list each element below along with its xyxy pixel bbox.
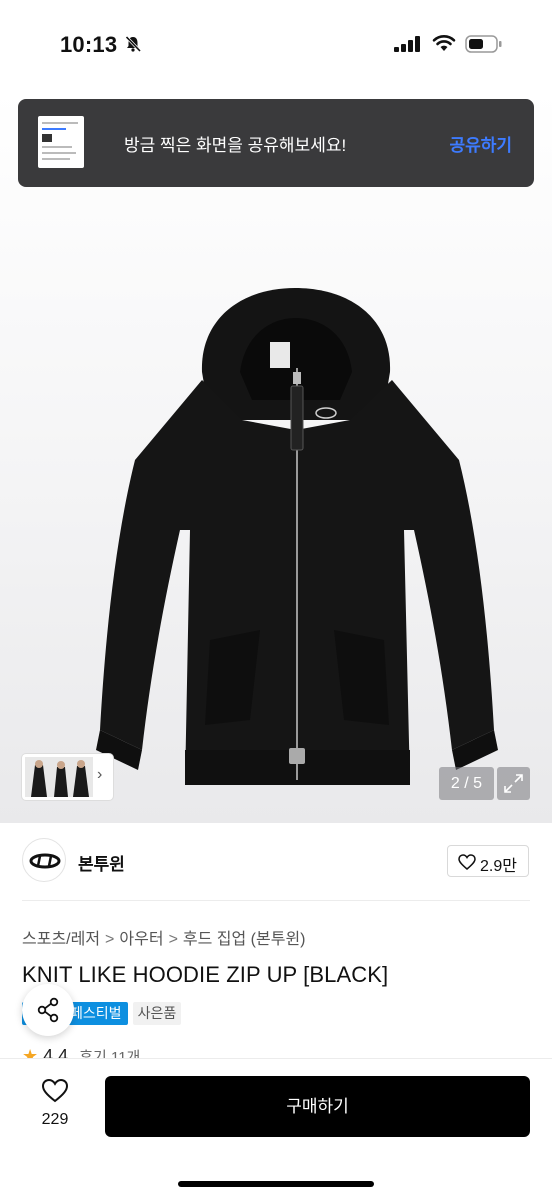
breadcrumb-item[interactable]: 아우터 <box>119 925 163 949</box>
share-button[interactable] <box>22 984 74 1036</box>
breadcrumb-item[interactable]: 후드 집업 (본투윈) <box>183 925 306 949</box>
heart-icon <box>41 1078 69 1103</box>
wishlist-count: 229 <box>41 1111 69 1128</box>
bell-slash-icon <box>124 35 142 58</box>
brand-name[interactable]: 본투윈 <box>78 850 125 875</box>
product-title: KNIT LIKE HOODIE ZIP UP [BLACK] <box>22 962 389 987</box>
battery-icon <box>465 35 503 58</box>
heart-icon <box>458 854 476 870</box>
gallery-thumbnail-strip[interactable]: › <box>22 754 113 800</box>
home-indicator <box>178 1181 374 1187</box>
toast-message: 방금 찍은 화면을 공유해보세요! <box>124 136 347 155</box>
status-bar: 10:13 <box>0 0 552 90</box>
brand-like-button[interactable]: 2.9만 <box>447 845 529 877</box>
share-icon <box>37 997 59 1023</box>
wifi-icon <box>432 34 456 57</box>
breadcrumb-separator: > <box>105 931 115 948</box>
brand-like-count: 2.9만 <box>480 858 517 875</box>
expand-icon[interactable] <box>497 767 530 800</box>
divider <box>22 900 530 901</box>
image-counter: 2 / 5 <box>439 767 494 800</box>
brand-logo[interactable] <box>22 838 66 882</box>
share-action-button[interactable]: 공유하기 <box>449 131 512 156</box>
chevron-right-icon: › <box>97 766 103 783</box>
buy-button[interactable]: 구매하기 <box>105 1076 530 1137</box>
wishlist-button[interactable]: 229 <box>30 1078 80 1134</box>
breadcrumb: 스포츠/레저 > 아우터 > 후드 집업 (본투윈) <box>22 925 306 949</box>
cellular-signal-icon <box>394 36 422 57</box>
breadcrumb-item[interactable]: 스포츠/레저 <box>22 925 100 949</box>
hoodie-photo <box>96 288 498 785</box>
share-screenshot-toast: 방금 찍은 화면을 공유해보세요! 공유하기 <box>18 99 534 187</box>
gift-badge: 사은품 <box>133 1002 181 1025</box>
screenshot-thumbnail[interactable] <box>38 116 84 168</box>
breadcrumb-separator: > <box>168 931 178 948</box>
status-time: 10:13 <box>60 32 118 57</box>
model-thumbnail <box>25 757 93 797</box>
product-image[interactable] <box>0 90 552 823</box>
